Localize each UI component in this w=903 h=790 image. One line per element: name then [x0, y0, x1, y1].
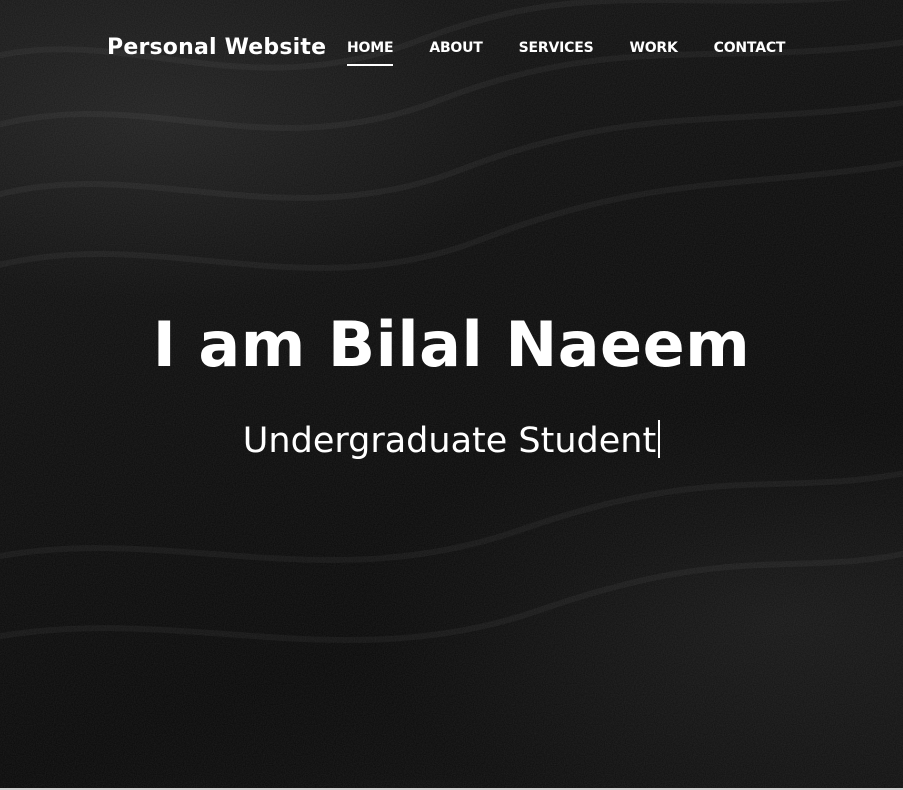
nav-link-services[interactable]: SERVICES [519, 40, 594, 66]
typing-cursor [658, 420, 661, 458]
hero-headline: I am Bilal Naeem [152, 308, 751, 381]
nav-link-home[interactable]: HOME [347, 40, 394, 66]
nav-link-about[interactable]: ABOUT [429, 40, 483, 66]
sand-texture-background [0, 0, 903, 790]
nav-link-contact[interactable]: CONTACT [714, 40, 786, 66]
main-nav: HOME ABOUT SERVICES WORK CONTACT [347, 40, 821, 66]
hero-subline-text: Undergraduate Student [242, 421, 657, 461]
brand-logo-link[interactable]: Personal Website [107, 35, 326, 60]
hero-subline: Undergraduate Student [0, 420, 903, 461]
hero-section: Personal Website HOME ABOUT SERVICES WOR… [0, 0, 903, 790]
top-navbar: Personal Website HOME ABOUT SERVICES WOR… [0, 0, 903, 100]
nav-link-work[interactable]: WORK [629, 40, 677, 66]
